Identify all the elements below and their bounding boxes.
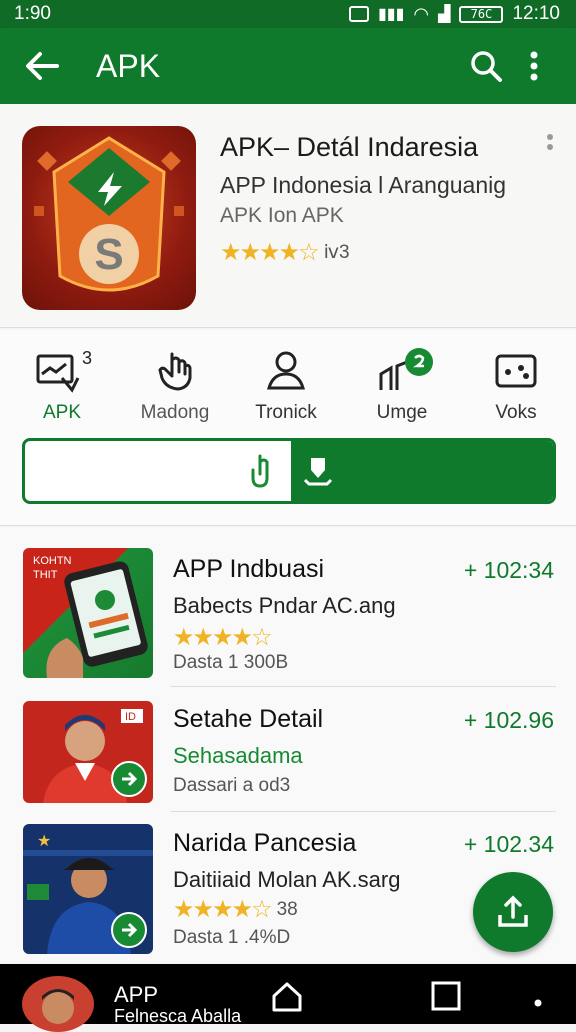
- status-time: 1:90: [14, 3, 51, 24]
- arrow-back-icon: [26, 52, 59, 80]
- category-madong[interactable]: Madong: [125, 348, 225, 424]
- back-button[interactable]: [18, 42, 66, 90]
- status-bar: 1:90 ▮▮▮ ◠ ▟ 76C 12:10: [0, 0, 576, 28]
- app-rating: ★★★★☆ 38: [173, 895, 298, 924]
- svg-text:THIT: THIT: [33, 569, 58, 581]
- signal-icon: ▮▮▮: [378, 6, 405, 23]
- search-button[interactable]: [462, 42, 510, 90]
- chart-badge-icon: [379, 348, 433, 390]
- app-publisher: Babects Pndar AC.ang: [173, 593, 396, 618]
- play-icon: [111, 761, 147, 797]
- app-bar: APK: [0, 28, 576, 104]
- app-price: + 102.34: [463, 831, 554, 857]
- home-button[interactable]: [270, 980, 304, 1019]
- app-icon[interactable]: S: [22, 126, 196, 310]
- download-icon: [303, 458, 333, 486]
- svg-text:KOHTN: KOHTN: [33, 555, 72, 567]
- play-icon: [111, 912, 147, 948]
- square-icon: [431, 981, 461, 1011]
- app-thumbnail: ID: [23, 701, 153, 803]
- app-name: Narida Pancesia: [173, 829, 357, 857]
- app-publisher: Daitiiaid Molan AK.sarg: [173, 867, 401, 892]
- app-logo-icon: S: [34, 136, 184, 292]
- download-button[interactable]: [291, 441, 553, 501]
- game-icon: [495, 354, 537, 388]
- app-size: Dasta 1 300B: [173, 652, 289, 673]
- more-vert-icon: [547, 134, 553, 150]
- status-icons: ▮▮▮ ◠ ▟ 76C 12:10: [349, 3, 560, 25]
- app-rating: ★★★★☆ ⅳ3: [220, 238, 350, 267]
- svg-text:★: ★: [37, 833, 51, 850]
- share-fab[interactable]: [473, 872, 553, 952]
- app-publisher: Sehasadama: [173, 743, 303, 768]
- star-rating-icon: ★★★★☆: [173, 896, 273, 923]
- hand-tap-icon: [251, 454, 269, 488]
- bottom-bar: APP Felnesca Aballa: [0, 964, 576, 1032]
- dot-button[interactable]: [534, 994, 542, 1012]
- category-umge[interactable]: Umge: [352, 348, 452, 424]
- rating-count: ⅳ3: [323, 242, 350, 263]
- svg-text:S: S: [94, 230, 123, 279]
- search-icon: [471, 51, 502, 82]
- more-vert-icon: [530, 51, 538, 81]
- app-name: Setahe Detail: [173, 705, 324, 733]
- dot-icon: [534, 999, 542, 1007]
- category-label: APK: [42, 402, 82, 423]
- app-title: APK– Detál Indaresia: [220, 132, 479, 162]
- hand-pointer-icon: [158, 352, 192, 391]
- hero-more-button[interactable]: [546, 134, 556, 160]
- category-label: Voks: [495, 402, 537, 423]
- app-rating: ★★★★☆: [173, 623, 277, 652]
- category-label: Umge: [376, 402, 428, 423]
- person-icon: [267, 351, 305, 390]
- star-rating-icon: ★★★★☆: [220, 239, 320, 266]
- mini-title: APP: [114, 982, 159, 1007]
- home-icon: [272, 982, 302, 1012]
- category-bar: 3 APK Madong Tronick Umge Voks: [0, 330, 576, 526]
- share-icon: [498, 895, 528, 927]
- app-bar-title: APK: [96, 47, 161, 84]
- cell-icon: ▟: [438, 6, 451, 23]
- app-price: + 102:34: [463, 557, 554, 583]
- app-price: + 102.96: [463, 707, 554, 733]
- category-label: Madong: [140, 402, 210, 423]
- svg-text:ID: ID: [125, 711, 136, 723]
- rating-count: 38: [276, 898, 298, 920]
- app-header-card: S APK– Detál Indaresia APP Indonesia l A…: [0, 104, 576, 328]
- recents-button[interactable]: [430, 980, 462, 1017]
- svg-text:3: 3: [82, 348, 92, 368]
- app-size: Dasta 1 .4%D: [173, 927, 291, 948]
- app-name: APP Indbuasi: [173, 555, 325, 583]
- download-progress-track: [25, 441, 291, 501]
- app-thumbnail: ★: [23, 824, 153, 954]
- download-progress-bar[interactable]: [22, 438, 556, 504]
- app-size: Dassari a od3: [173, 775, 291, 796]
- list-divider: [170, 811, 556, 812]
- category-label: Tronick: [255, 402, 317, 423]
- app-category: APK Ion APK: [220, 204, 344, 227]
- status-clock: 12:10: [512, 3, 560, 24]
- app-thumbnail: KOHTN THIT: [23, 548, 153, 678]
- star-rating-icon: ★★★★☆: [173, 624, 273, 651]
- list-divider: [170, 686, 556, 687]
- category-apk[interactable]: 3 APK: [12, 348, 112, 424]
- notification-icon: [349, 6, 369, 22]
- app-developer[interactable]: APP Indonesia l Aranguanig: [220, 172, 506, 199]
- category-tronick[interactable]: Tronick: [236, 348, 336, 424]
- wifi-icon: ◠: [413, 3, 430, 24]
- category-voks[interactable]: Voks: [466, 348, 566, 424]
- overflow-menu-button[interactable]: [510, 42, 558, 90]
- apk-chart-icon: 3: [36, 348, 92, 393]
- battery-icon: 76C: [459, 5, 504, 23]
